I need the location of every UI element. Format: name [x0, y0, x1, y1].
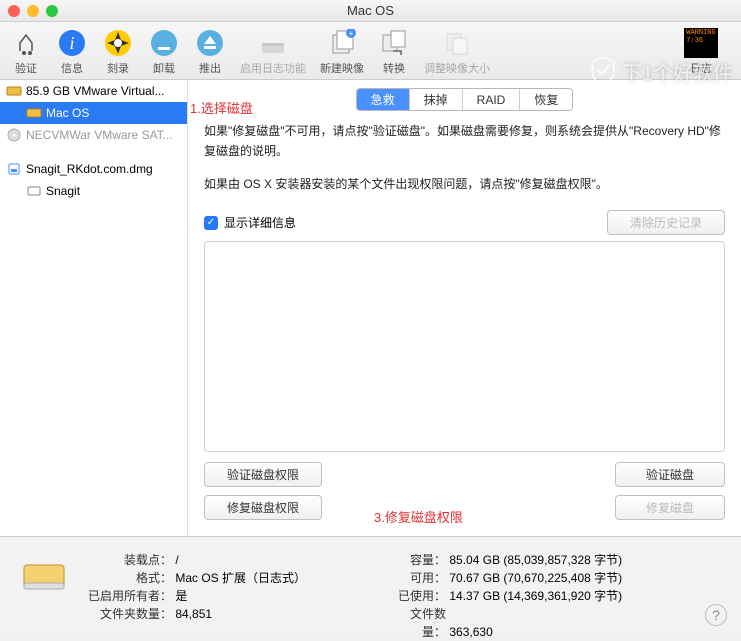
svg-text:i: i	[69, 33, 74, 53]
toolbar-verify[interactable]: 验证	[10, 27, 42, 76]
toolbar-log[interactable]: WARNING 7:36日志	[685, 27, 717, 76]
sidebar-item-disk[interactable]: 85.9 GB VMware Virtual...	[0, 80, 187, 102]
tab-raid[interactable]: RAID	[463, 89, 521, 110]
log-icon: WARNING 7:36	[684, 28, 717, 58]
tab-first-aid[interactable]: 急救	[357, 89, 410, 110]
footer-left: 装载点： / 格式： Mac OS 扩展（日志式） 已启用所有者： 是 文件夹数…	[84, 551, 306, 636]
toolbar-enable-journal: 启用日志功能	[240, 27, 306, 76]
check-icon: ✓	[204, 216, 218, 230]
window-title: Mac OS	[0, 3, 741, 18]
content: 急救 抹掉 RAID 恢复 如果"修复磁盘"不可用，请点按"验证磁盘"。如果磁盘…	[188, 80, 741, 536]
hdd-icon	[6, 85, 22, 97]
verify-permissions-button[interactable]: 验证磁盘权限	[204, 462, 322, 487]
footer: 装载点： / 格式： Mac OS 扩展（日志式） 已启用所有者： 是 文件夹数…	[0, 536, 741, 636]
help-button[interactable]: ?	[705, 604, 727, 626]
main: 85.9 GB VMware Virtual... Mac OS NECVMWa…	[0, 80, 741, 536]
disk-icon	[20, 557, 68, 597]
log-output[interactable]	[204, 241, 725, 452]
show-details-checkbox[interactable]: ✓ 显示详细信息	[204, 214, 296, 231]
cd-icon	[6, 129, 22, 141]
repair-permissions-button[interactable]: 修复磁盘权限	[204, 495, 322, 520]
toolbar-eject[interactable]: 推出	[194, 27, 226, 76]
titlebar: Mac OS	[0, 0, 741, 22]
sidebar-item-snagit[interactable]: Snagit	[0, 180, 187, 202]
vol-icon	[26, 185, 42, 197]
toolbar-new-image[interactable]: +新建映像	[320, 27, 364, 76]
sidebar-item-cd[interactable]: NECVMWar VMware SAT...	[0, 124, 187, 146]
sidebar-item-dmg[interactable]: Snagit_RKdot.com.dmg	[0, 158, 187, 180]
sidebar-item-macos[interactable]: Mac OS	[0, 102, 187, 124]
toolbar-convert[interactable]: 转换	[378, 27, 410, 76]
tab-bar: 急救 抹掉 RAID 恢复	[200, 88, 729, 111]
repair-disk-button: 修复磁盘	[615, 495, 725, 520]
toolbar-info[interactable]: i信息	[56, 27, 88, 76]
svg-text:+: +	[349, 29, 354, 38]
sidebar: 85.9 GB VMware Virtual... Mac OS NECVMWa…	[0, 80, 188, 536]
dmg-icon	[6, 163, 22, 175]
hdd-icon	[26, 107, 42, 119]
clear-history-button: 清除历史记录	[607, 210, 725, 235]
toolbar: 验证 i信息 刻录 卸载 推出 启用日志功能 +新建映像 转换 调整映像大小 W…	[0, 22, 741, 80]
verify-disk-button[interactable]: 验证磁盘	[615, 462, 725, 487]
toolbar-resize-image: 调整映像大小	[424, 27, 490, 76]
footer-right: 容量： 85.04 GB (85,039,857,328 字节) 可用： 70.…	[396, 551, 622, 636]
tab-erase[interactable]: 抹掉	[410, 89, 463, 110]
toolbar-burn[interactable]: 刻录	[102, 27, 134, 76]
description: 如果"修复磁盘"不可用，请点按"验证磁盘"。如果磁盘需要修复，则系统会提供从"R…	[200, 121, 729, 194]
tab-restore[interactable]: 恢复	[520, 89, 572, 110]
toolbar-unmount[interactable]: 卸载	[148, 27, 180, 76]
